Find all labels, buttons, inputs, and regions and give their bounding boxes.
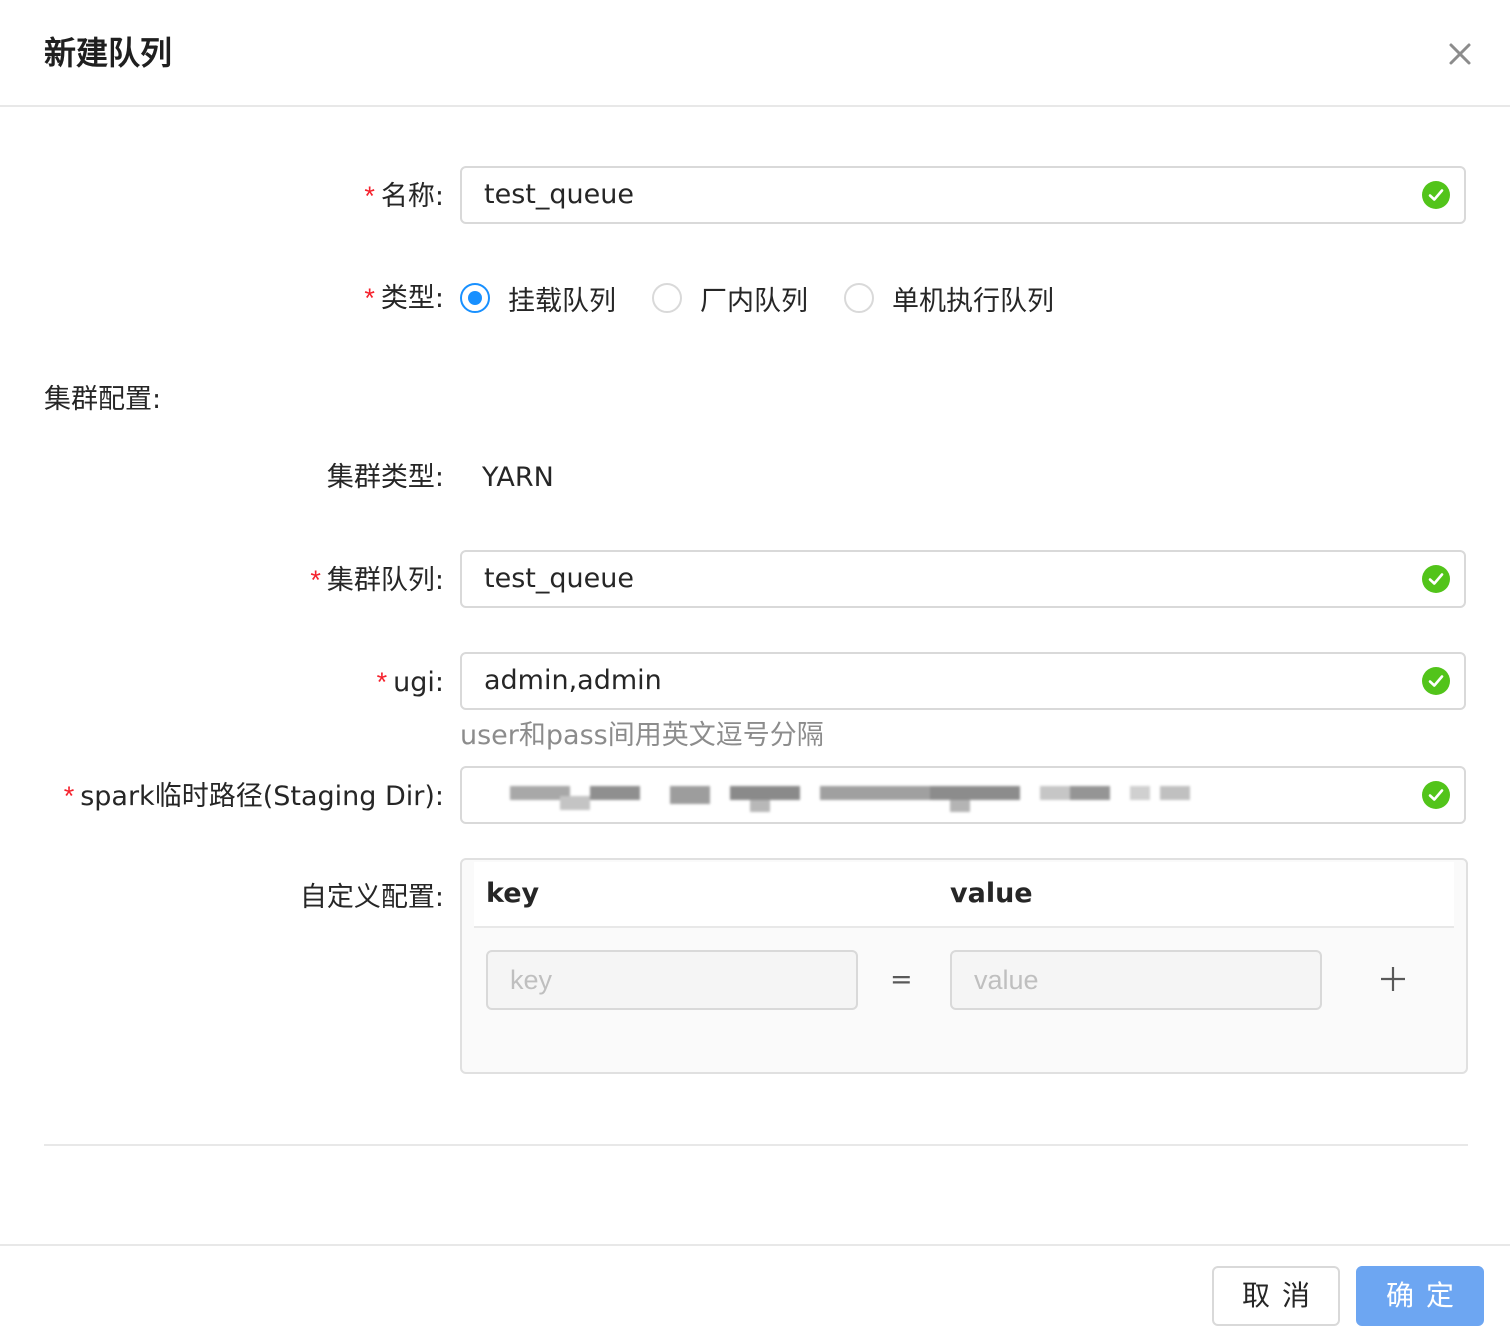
- name-label: * 名称:: [364, 181, 444, 212]
- cluster-type-value: YARN: [482, 462, 554, 493]
- check-circle-icon: [1422, 181, 1450, 209]
- ugi-label: * ugi:: [376, 667, 444, 698]
- check-circle-icon: [1422, 667, 1450, 695]
- custom-value-input[interactable]: [950, 950, 1322, 1010]
- cluster-queue-label: * 集群队列:: [310, 565, 444, 596]
- staging-dir-input[interactable]: [460, 766, 1466, 824]
- radio-label: 单机执行队列: [892, 285, 1054, 317]
- radio-unchecked-icon[interactable]: [844, 283, 874, 313]
- body-divider: [44, 1144, 1468, 1146]
- ugi-input-value: admin,admin: [484, 665, 662, 696]
- column-header-key: key: [486, 878, 540, 909]
- staging-dir-label: * spark临时路径(Staging Dir):: [63, 781, 444, 812]
- radio-label: 厂内队列: [700, 285, 808, 317]
- radio-mount-queue[interactable]: 挂载队列: [460, 278, 616, 318]
- header-divider: [0, 105, 1510, 107]
- radio-checked-icon[interactable]: [460, 283, 490, 313]
- radio-internal-queue[interactable]: 厂内队列: [652, 278, 808, 318]
- plus-icon[interactable]: [1378, 964, 1408, 994]
- radio-label: 挂载队列: [508, 285, 616, 317]
- type-label: * 类型:: [364, 283, 444, 314]
- footer-divider: [0, 1244, 1510, 1246]
- radio-unchecked-icon[interactable]: [652, 283, 682, 313]
- cluster-type-label: 集群类型:: [326, 462, 444, 493]
- modal-title: 新建队列: [44, 34, 173, 72]
- required-mark: *: [63, 781, 75, 811]
- close-icon[interactable]: [1440, 34, 1480, 74]
- required-mark: *: [376, 667, 388, 697]
- check-circle-icon: [1422, 565, 1450, 593]
- cluster-queue-input-value: test_queue: [484, 563, 634, 594]
- cancel-button[interactable]: 取消: [1212, 1266, 1340, 1326]
- ugi-help-text: user和pass间用英文逗号分隔: [460, 720, 824, 751]
- check-circle-icon: [1422, 781, 1450, 809]
- required-mark: *: [364, 283, 375, 313]
- custom-config-label: 自定义配置:: [299, 882, 444, 913]
- ugi-input[interactable]: admin,admin: [460, 652, 1466, 710]
- name-input[interactable]: test_queue: [460, 166, 1466, 224]
- equals-sign: =: [890, 964, 913, 995]
- radio-standalone-queue[interactable]: 单机执行队列: [844, 278, 1054, 318]
- column-header-value: value: [950, 878, 1033, 909]
- required-mark: *: [310, 565, 321, 595]
- confirm-button[interactable]: 确定: [1356, 1266, 1484, 1326]
- cluster-config-section-label: 集群配置:: [44, 384, 162, 415]
- name-input-value: test_queue: [484, 179, 634, 210]
- cluster-queue-input[interactable]: test_queue: [460, 550, 1466, 608]
- custom-key-input[interactable]: [486, 950, 858, 1010]
- required-mark: *: [364, 181, 375, 211]
- redacted-value: [480, 778, 1200, 814]
